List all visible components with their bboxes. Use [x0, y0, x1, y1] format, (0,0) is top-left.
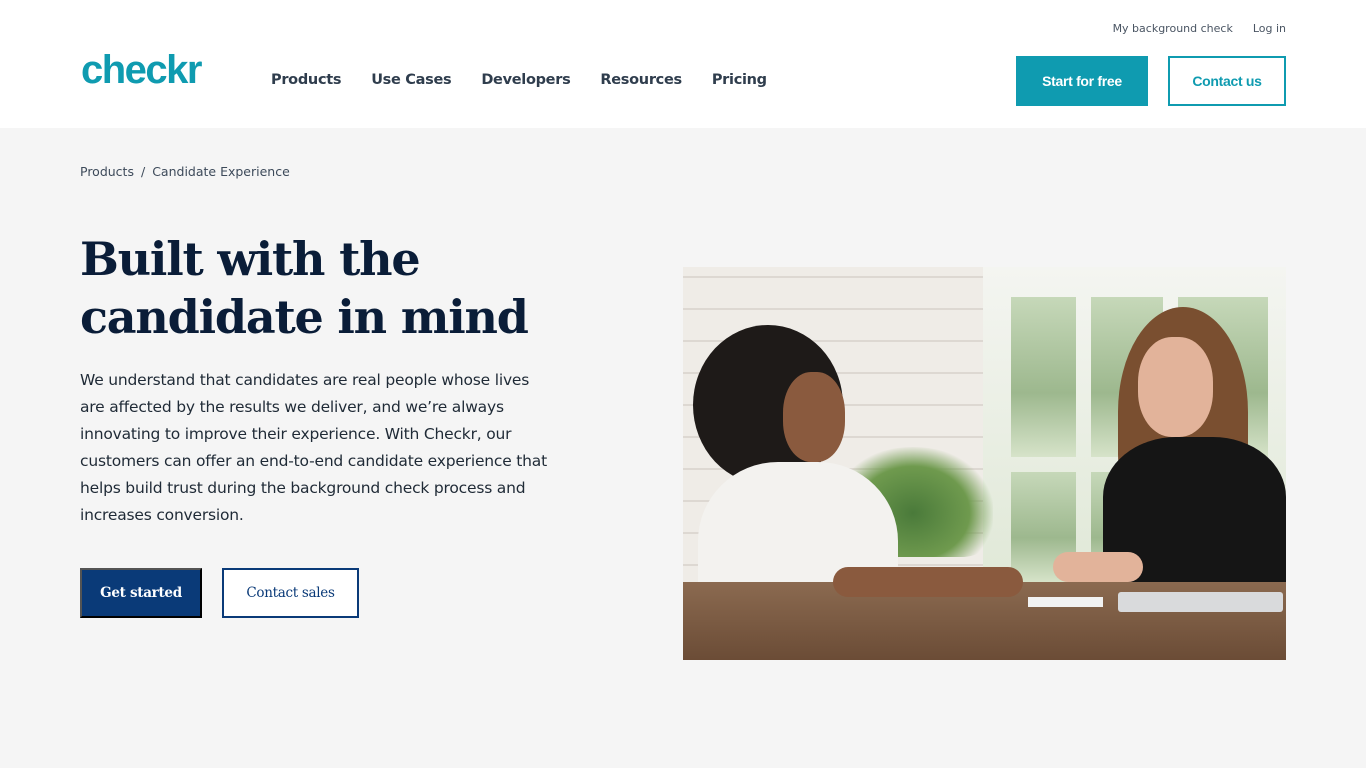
person-right-face [1138, 337, 1213, 437]
my-background-check-link[interactable]: My background check [1113, 22, 1233, 35]
utility-links: My background check Log in [1113, 22, 1286, 35]
breadcrumb-separator: / [140, 164, 146, 179]
checkr-logo[interactable]: checkr [81, 46, 202, 94]
nav-resources[interactable]: Resources [600, 72, 682, 88]
laptop [1118, 592, 1283, 612]
breadcrumb-products[interactable]: Products [80, 164, 134, 179]
breadcrumb: Products / Candidate Experience [80, 164, 290, 179]
page-title: Built with the candidate in mind [80, 232, 529, 344]
person-right-arm [1053, 552, 1143, 582]
contact-us-button[interactable]: Contact us [1168, 56, 1286, 106]
start-for-free-button[interactable]: Start for free [1016, 56, 1148, 106]
main-nav: Products Use Cases Developers Resources … [271, 72, 797, 88]
nav-pricing[interactable]: Pricing [712, 72, 767, 88]
log-in-link[interactable]: Log in [1253, 22, 1286, 35]
get-started-button[interactable]: Get started [80, 568, 202, 618]
contact-sales-button[interactable]: Contact sales [222, 568, 359, 618]
nav-developers[interactable]: Developers [481, 72, 570, 88]
window-pane [1011, 297, 1076, 457]
person-left-arm [833, 567, 1023, 597]
site-header: checkr Products Use Cases Developers Res… [0, 0, 1366, 128]
hero-description: We understand that candidates are real p… [80, 371, 547, 524]
nav-use-cases[interactable]: Use Cases [371, 72, 451, 88]
breadcrumb-current: Candidate Experience [152, 164, 290, 179]
hero-image [683, 267, 1286, 660]
nav-products[interactable]: Products [271, 72, 342, 88]
notepad [1028, 597, 1103, 607]
person-left-face [783, 372, 845, 462]
